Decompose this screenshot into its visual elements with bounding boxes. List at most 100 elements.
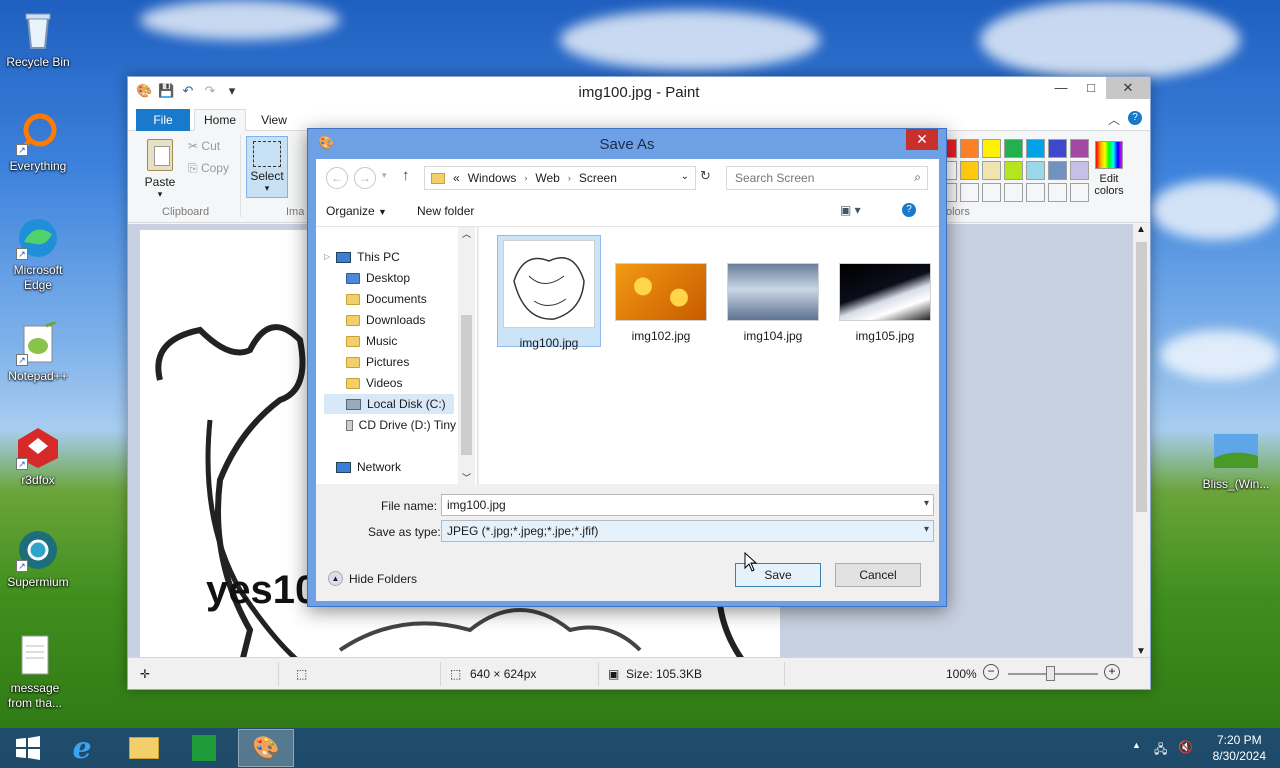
- network-status-icon[interactable]: 🖧: [1154, 740, 1167, 761]
- scroll-up-icon[interactable]: ︿: [462, 227, 471, 240]
- edit-colors-button[interactable]: Edit colors: [1088, 141, 1130, 197]
- color-swatch[interactable]: [960, 183, 979, 202]
- desktop-icon-notepadpp[interactable]: ↗ Notepad++: [0, 320, 76, 384]
- tree-item-local-disk[interactable]: Local Disk (C:): [324, 394, 454, 414]
- tree-item-downloads[interactable]: Downloads: [346, 310, 464, 330]
- color-swatch[interactable]: [1070, 161, 1089, 180]
- hide-folders-button[interactable]: ▲ Hide Folders: [328, 571, 417, 586]
- file-item[interactable]: img105.jpg: [833, 235, 937, 343]
- scroll-down-icon[interactable]: ▼: [1136, 646, 1146, 657]
- help-icon[interactable]: ?: [1128, 111, 1142, 125]
- chevron-right-icon[interactable]: ›: [524, 173, 527, 183]
- tree-item-desktop[interactable]: Desktop: [346, 268, 464, 288]
- scroll-down-icon[interactable]: ﹀: [462, 471, 471, 484]
- color-swatch[interactable]: [1048, 161, 1067, 180]
- up-button[interactable]: ↑: [402, 167, 410, 184]
- desktop-icon-supermium[interactable]: ↗ Supermium: [0, 528, 76, 590]
- close-button[interactable]: ✕: [1106, 77, 1150, 99]
- vertical-scrollbar[interactable]: ▲ ▼: [1133, 224, 1150, 657]
- organize-button[interactable]: Organize ▼: [326, 204, 387, 218]
- dialog-close-button[interactable]: ✕: [906, 129, 938, 150]
- tree-item-videos[interactable]: Videos: [346, 373, 464, 393]
- color-swatch[interactable]: [982, 139, 1001, 158]
- maximize-button[interactable]: □: [1076, 77, 1106, 99]
- desktop-icon-bliss[interactable]: Bliss_(Win...: [1198, 430, 1274, 492]
- color-swatch[interactable]: [1048, 183, 1067, 202]
- breadcrumb-web[interactable]: Web: [535, 171, 559, 185]
- address-bar[interactable]: « Windows › Web › Screen ⌄: [424, 166, 696, 190]
- tree-item-pictures[interactable]: Pictures: [346, 352, 464, 372]
- back-button[interactable]: ←: [326, 167, 348, 189]
- copy-button[interactable]: ⎘ Copy: [188, 161, 229, 176]
- new-folder-button[interactable]: New folder: [417, 204, 474, 218]
- nav-pane-scrollbar[interactable]: ︿ ﹀: [458, 227, 475, 484]
- color-swatch[interactable]: [1026, 183, 1045, 202]
- color-swatch[interactable]: [982, 161, 1001, 180]
- color-swatch[interactable]: [1026, 139, 1045, 158]
- breadcrumb-screen[interactable]: Screen: [579, 171, 617, 185]
- file-item[interactable]: img100.jpg: [497, 235, 601, 350]
- paint-titlebar[interactable]: 🎨 💾 ↶ ↷ ▾ img100.jpg - Paint — □ ✕: [128, 77, 1150, 107]
- taskbar-store[interactable]: [176, 729, 232, 767]
- scroll-thumb[interactable]: [1136, 242, 1147, 512]
- color-swatch[interactable]: [960, 139, 979, 158]
- select-button[interactable]: Select ▾: [246, 136, 288, 198]
- collapse-ribbon-icon[interactable]: ︿: [1108, 111, 1120, 128]
- breadcrumb-windows[interactable]: Windows: [468, 171, 517, 185]
- zoom-out-button[interactable]: −: [983, 664, 999, 680]
- tab-file[interactable]: File: [136, 109, 190, 131]
- show-hidden-icons-button[interactable]: ▲: [1132, 740, 1141, 750]
- file-item[interactable]: img104.jpg: [721, 235, 825, 343]
- refresh-button[interactable]: ↻: [700, 168, 711, 184]
- tree-item-this-pc[interactable]: ▷ This PC: [324, 247, 442, 267]
- desktop-icon-r3dfox[interactable]: ↗ r3dfox: [0, 426, 76, 488]
- cancel-button[interactable]: Cancel: [835, 563, 921, 587]
- volume-muted-icon[interactable]: 🔇: [1178, 740, 1193, 754]
- color-swatch[interactable]: [1004, 161, 1023, 180]
- cut-button[interactable]: ✂ Cut: [188, 139, 220, 153]
- zoom-slider-thumb[interactable]: [1046, 666, 1055, 681]
- color-swatch[interactable]: [1004, 183, 1023, 202]
- paste-button[interactable]: Paste ▾: [138, 139, 182, 200]
- color-swatch[interactable]: [1070, 139, 1089, 158]
- help-icon[interactable]: ?: [902, 203, 916, 217]
- tab-view[interactable]: View: [254, 109, 294, 131]
- chevron-right-icon[interactable]: ›: [568, 173, 571, 183]
- taskbar-file-explorer[interactable]: [116, 729, 172, 767]
- view-options-icon[interactable]: ▣ ▾: [840, 203, 861, 217]
- tree-item-cd-drive[interactable]: CD Drive (D:) Tiny: [346, 415, 456, 435]
- tree-item-documents[interactable]: Documents: [346, 289, 464, 309]
- desktop-icon-message[interactable]: message from tha...: [0, 634, 73, 711]
- breadcrumb-overflow[interactable]: «: [453, 171, 460, 185]
- desktop-icon-recycle-bin[interactable]: Recycle Bin: [0, 8, 76, 70]
- search-input[interactable]: Search Screen ⌕: [726, 166, 928, 190]
- save-type-select[interactable]: JPEG (*.jpg;*.jpeg;*.jpe;*.jfif) ▾: [441, 520, 934, 542]
- zoom-slider[interactable]: [1008, 666, 1098, 681]
- file-item[interactable]: img102.jpg: [609, 235, 713, 343]
- dialog-titlebar[interactable]: 🎨 Save As ✕: [308, 129, 946, 159]
- chevron-down-icon[interactable]: ⌄: [681, 171, 689, 182]
- desktop-icon-everything[interactable]: ↗ Everything: [0, 112, 76, 174]
- chevron-down-icon[interactable]: ▾: [924, 498, 929, 509]
- tree-item-network[interactable]: Network: [336, 457, 454, 477]
- expand-arrow-icon[interactable]: ▷: [324, 247, 330, 267]
- file-name-input[interactable]: img100.jpg ▾: [441, 494, 934, 516]
- chevron-down-icon[interactable]: ▾: [924, 524, 929, 535]
- tree-item-music[interactable]: Music: [346, 331, 464, 351]
- minimize-button[interactable]: —: [1046, 77, 1076, 99]
- taskbar-paint[interactable]: 🎨: [238, 729, 294, 767]
- color-swatch[interactable]: [1026, 161, 1045, 180]
- desktop-icon-edge[interactable]: ↗ Microsoft Edge: [0, 216, 76, 293]
- scroll-thumb[interactable]: [461, 315, 472, 455]
- taskbar-internet-explorer[interactable]: e: [54, 729, 110, 767]
- start-button[interactable]: [0, 729, 56, 767]
- recent-locations-icon[interactable]: ▾: [382, 170, 387, 181]
- zoom-in-button[interactable]: +: [1104, 664, 1120, 680]
- color-swatch[interactable]: [1048, 139, 1067, 158]
- tab-home[interactable]: Home: [194, 109, 246, 132]
- forward-button[interactable]: →: [354, 167, 376, 189]
- scroll-up-icon[interactable]: ▲: [1136, 224, 1146, 235]
- color-swatch[interactable]: [1070, 183, 1089, 202]
- taskbar-clock[interactable]: 7:20 PM 8/30/2024: [1213, 732, 1266, 764]
- color-swatch[interactable]: [1004, 139, 1023, 158]
